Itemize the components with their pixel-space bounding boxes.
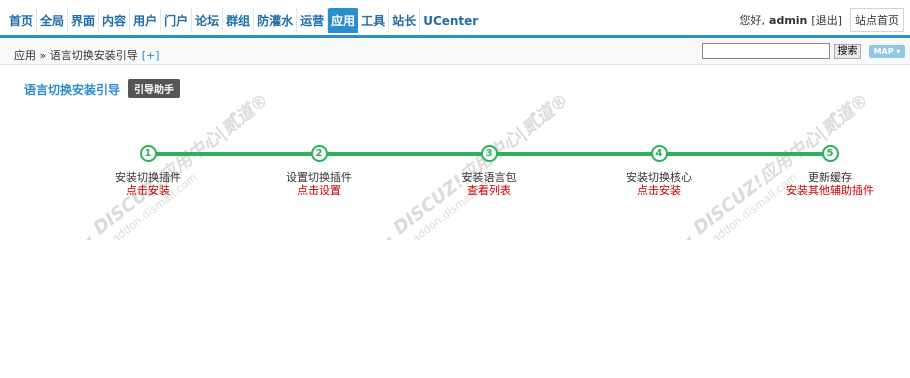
step-2: 2 设置切换插件 点击设置 [264,145,374,197]
admin-page: 首页 全局 界面 内容 用户 门户 论坛 群组 防灌水 运营 应用 工具 站长 … [0,0,910,378]
search-input[interactable] [702,43,830,59]
user-box: 您好, admin [退出] 站点首页 [740,8,904,32]
nav-item-content[interactable]: 内容 [99,8,131,33]
nav-item-plugin[interactable]: 应用 [328,8,359,33]
step-1: 1 安装切换插件 点击安装 [93,145,203,197]
nav-item-group[interactable]: 群组 [223,8,255,33]
nav-item-founder[interactable]: 站长 [389,8,421,33]
step-link-5[interactable]: 安装其他辅助插件 [775,184,885,197]
site-home-button[interactable]: 站点首页 [850,8,904,32]
step-number-2: 2 [310,145,328,162]
nav-item-portal[interactable]: 门户 [161,8,193,33]
nav-item-global[interactable]: 全局 [37,8,69,33]
guide-assistant-button[interactable]: 引导助手 [128,79,180,98]
nav-item-home[interactable]: 首页 [6,8,38,33]
step-link-1[interactable]: 点击安装 [93,184,203,197]
step-4: 4 安装切换核心 点击安装 [604,145,714,197]
step-title-4: 安装切换核心 [626,171,692,184]
nav-item-user[interactable]: 用户 [130,8,162,33]
breadcrumb: 应用 » 语言切换安装引导 [+] [14,47,160,63]
greeting-text: 您好, [739,14,766,27]
step-title-5: 更新缓存 [808,171,852,184]
sub-bar: 应用 » 语言切换安装引导 [+] 搜索 MAP ▾ [0,39,910,65]
step-5: 5 更新缓存 安装其他辅助插件 [775,145,885,197]
page-title: 语言切换安装引导 [24,83,121,97]
nav-item-style[interactable]: 界面 [68,8,100,33]
add-shortcut-link[interactable]: [+] [142,49,160,62]
breadcrumb-text: 应用 » 语言切换安装引导 [14,49,138,62]
step-title-3: 安装语言包 [461,171,517,184]
step-link-3[interactable]: 查看列表 [434,184,544,197]
nav-item-safe[interactable]: 防灌水 [254,8,298,33]
nav-tabs: 首页 全局 界面 内容 用户 门户 论坛 群组 防灌水 运营 应用 工具 站长 … [6,8,481,33]
step-number-4: 4 [650,145,668,162]
step-3: 3 安装语言包 查看列表 [434,145,544,197]
top-nav: 首页 全局 界面 内容 用户 门户 论坛 群组 防灌水 运营 应用 工具 站长 … [0,0,910,38]
username: admin [769,13,808,27]
step-title-1: 安装切换插件 [115,171,181,184]
step-number-3: 3 [480,145,498,162]
search-button[interactable]: 搜索 [834,44,861,59]
nav-divider [0,35,910,38]
map-button[interactable]: MAP ▾ [869,45,905,58]
step-link-2[interactable]: 点击设置 [264,184,374,197]
nav-item-ucenter[interactable]: UCenter [420,8,481,33]
step-title-2: 设置切换插件 [286,171,352,184]
logout-link[interactable]: [退出] [811,12,842,28]
nav-item-tools[interactable]: 工具 [358,8,390,33]
step-link-4[interactable]: 点击安装 [604,184,714,197]
nav-item-forum[interactable]: 论坛 [192,8,224,33]
step-number-5: 5 [821,145,839,162]
nav-item-extended[interactable]: 运营 [297,8,329,33]
step-number-1: 1 [139,145,157,162]
